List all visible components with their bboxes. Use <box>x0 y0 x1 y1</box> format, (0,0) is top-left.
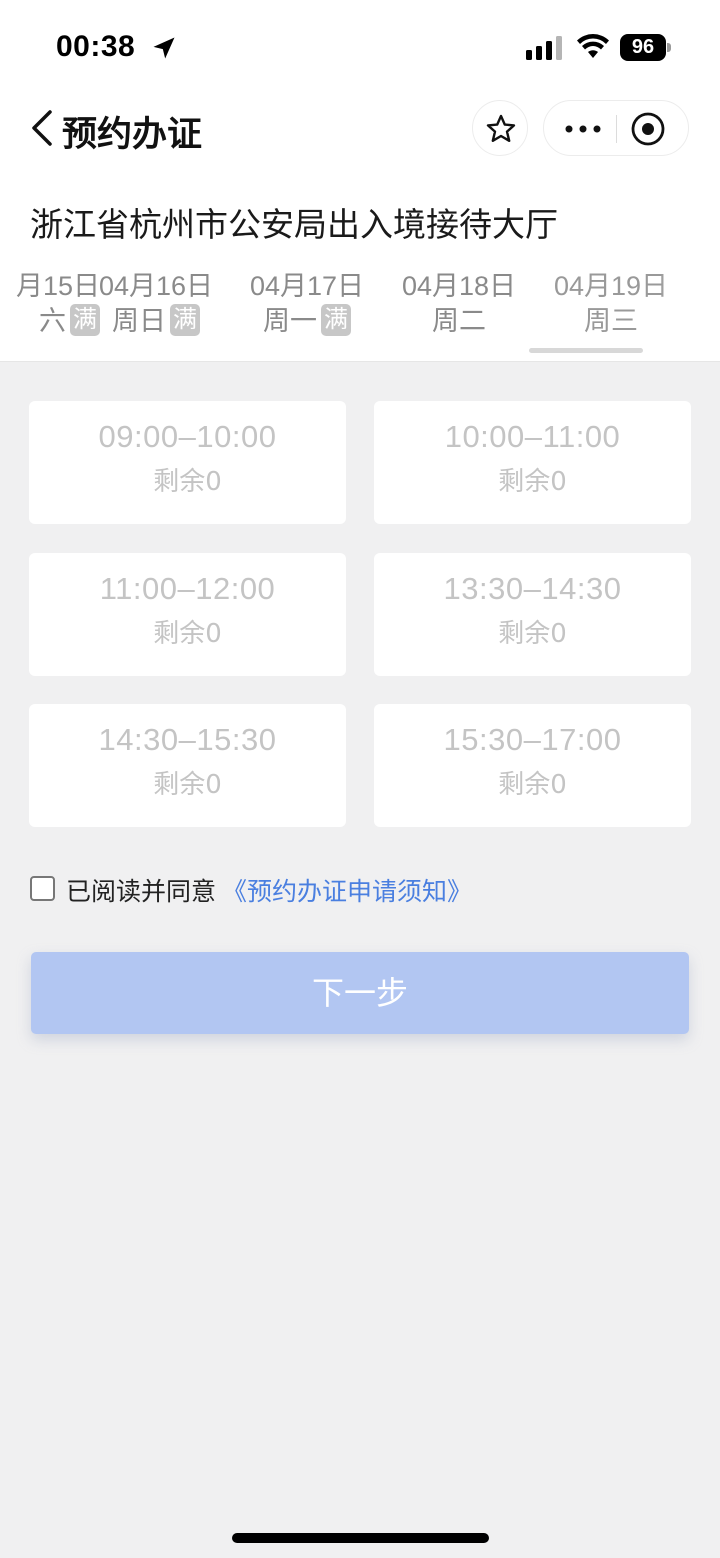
home-indicator <box>232 1533 489 1543</box>
agreement-checkbox[interactable] <box>30 876 55 901</box>
star-icon <box>486 114 516 142</box>
more-icon[interactable] <box>564 119 602 139</box>
slot-remaining: 剩余0 <box>498 619 567 649</box>
agreement-text: 已阅读并同意 <box>66 877 217 906</box>
mini-program-capsule <box>543 100 689 156</box>
date-label: 04月17日 <box>249 271 365 301</box>
slot-remaining: 剩余0 <box>153 467 222 497</box>
time-slot[interactable]: 15:30–17:00 剩余0 <box>374 704 691 827</box>
date-label: 04月16日 <box>98 271 214 301</box>
status-time: 00:38 <box>56 30 136 63</box>
weekday-label: 六 <box>39 306 66 336</box>
agreement-link[interactable]: 《预约办证申请须知》 <box>222 872 472 908</box>
weekday-label: 周一 <box>263 306 317 336</box>
full-badge: 满 <box>170 304 200 336</box>
battery-indicator: 96 <box>620 34 671 61</box>
time-slot[interactable]: 10:00–11:00 剩余0 <box>374 401 691 524</box>
next-step-button[interactable]: 下一步 <box>31 952 689 1034</box>
time-slot[interactable]: 09:00–10:00 剩余0 <box>29 401 346 524</box>
weekday-label: 周日 <box>112 306 166 336</box>
slot-time: 13:30–14:30 <box>443 571 622 606</box>
date-tab-0417[interactable]: 04月17日 周一满 <box>237 268 377 338</box>
battery-level: 96 <box>620 34 666 61</box>
date-tab-0416[interactable]: 04月16日 周日满 <box>86 268 226 338</box>
time-slot[interactable]: 13:30–14:30 剩余0 <box>374 553 691 676</box>
weekday-label: 周二 <box>432 306 486 336</box>
time-slot[interactable]: 11:00–12:00 剩余0 <box>29 553 346 676</box>
full-badge: 满 <box>321 304 351 336</box>
favorite-button[interactable] <box>472 100 528 156</box>
slot-time: 15:30–17:00 <box>443 722 622 757</box>
slot-remaining: 剩余0 <box>153 770 222 800</box>
tabs-fade-overlay <box>660 262 720 342</box>
slot-time: 11:00–12:00 <box>99 571 276 606</box>
date-tab-0415[interactable]: 月15日 六满 <box>0 268 100 338</box>
date-label: 月15日 <box>15 271 100 301</box>
time-slot[interactable]: 14:30–15:30 剩余0 <box>29 704 346 827</box>
slot-time: 09:00–10:00 <box>98 419 277 454</box>
slot-time: 10:00–11:00 <box>444 419 621 454</box>
page-title: 预约办证 <box>62 115 203 155</box>
slot-remaining: 剩余0 <box>498 467 567 497</box>
slot-remaining: 剩余0 <box>498 770 567 800</box>
capsule-divider <box>616 115 617 143</box>
slot-remaining: 剩余0 <box>153 619 222 649</box>
cellular-signal-icon <box>526 36 562 60</box>
wifi-icon <box>577 34 609 58</box>
slot-time: 14:30–15:30 <box>98 722 277 757</box>
location-arrow-icon <box>153 37 175 59</box>
close-mini-program-icon[interactable] <box>630 111 666 147</box>
battery-tip <box>667 43 671 52</box>
selected-tab-indicator <box>529 348 643 353</box>
hall-title: 浙江省杭州市公安局出入境接待大厅 <box>30 205 558 244</box>
date-tab-0418[interactable]: 04月18日 周二 <box>389 268 529 338</box>
back-chevron-icon[interactable] <box>28 106 56 150</box>
date-label: 04月18日 <box>401 271 517 301</box>
